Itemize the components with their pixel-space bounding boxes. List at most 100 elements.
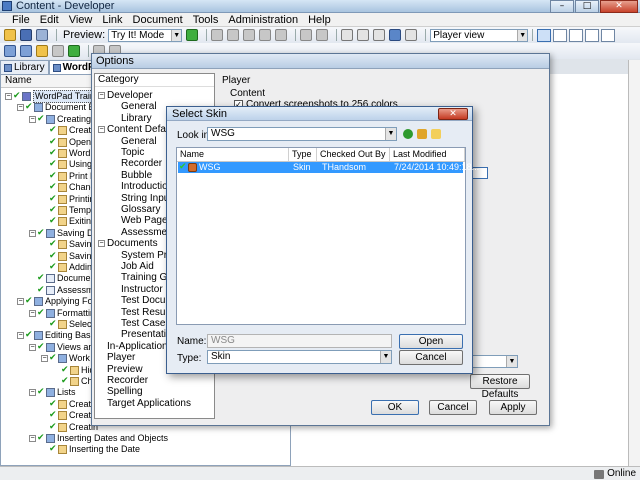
options-dropdown[interactable]: ▼ xyxy=(472,355,518,368)
category-item[interactable]: Test Case xyxy=(112,318,165,329)
layout-view-1-icon[interactable] xyxy=(537,28,552,42)
apply-button[interactable]: Apply xyxy=(489,400,537,415)
expand-collapse-icon[interactable]: − xyxy=(98,240,105,248)
new-section-icon[interactable] xyxy=(20,45,32,57)
new-topic-icon[interactable] xyxy=(36,45,48,57)
minimize-button[interactable]: – xyxy=(550,0,574,13)
expand-collapse-icon[interactable]: − xyxy=(29,229,36,237)
tree-item[interactable]: − ✔ Editing Basics xyxy=(17,330,102,341)
category-item[interactable]: Library xyxy=(112,113,152,124)
open-button[interactable]: Open xyxy=(399,334,463,349)
tree-item[interactable]: ✔ WordP xyxy=(41,148,96,159)
menu-edit[interactable]: Edit xyxy=(36,13,65,27)
link-icon[interactable] xyxy=(405,29,418,41)
restore-defaults-button[interactable]: Restore Defaults xyxy=(470,374,530,400)
tree-item[interactable]: ✔ Templa xyxy=(41,205,98,216)
tree-item[interactable]: − ✔ Formatting xyxy=(29,308,100,319)
spell-check-icon[interactable] xyxy=(389,29,402,41)
menu-link[interactable]: Link xyxy=(98,13,128,27)
zoom-in-icon[interactable] xyxy=(341,29,354,41)
category-item[interactable]: Recorder xyxy=(112,158,162,169)
column-checked-out-by[interactable]: Checked Out By xyxy=(317,148,390,161)
category-item[interactable]: Topic xyxy=(112,147,144,158)
look-in-select[interactable]: WSG ▼ xyxy=(207,127,397,141)
type-select[interactable]: Skin ▼ xyxy=(207,350,392,364)
category-item[interactable]: Recorder xyxy=(98,375,148,386)
expand-collapse-icon[interactable]: − xyxy=(29,309,36,317)
menu-file[interactable]: File xyxy=(8,13,36,27)
category-item[interactable]: General xyxy=(112,101,157,112)
category-item[interactable]: Web Page xyxy=(112,215,168,226)
category-item[interactable]: − Documents xyxy=(98,238,158,249)
ok-button[interactable]: OK xyxy=(371,400,419,415)
tree-item[interactable]: ✔ Creatin xyxy=(41,410,98,421)
menu-view[interactable]: View xyxy=(65,13,99,27)
category-item[interactable]: − Developer xyxy=(98,90,153,101)
copy-icon[interactable] xyxy=(227,29,240,41)
tab-library[interactable]: Library xyxy=(0,60,49,74)
category-item[interactable]: Spelling xyxy=(98,386,143,397)
expand-collapse-icon[interactable]: − xyxy=(17,332,24,340)
close-icon[interactable]: ✕ xyxy=(438,108,468,120)
tree-item[interactable]: ✔ Hidi xyxy=(53,365,97,376)
save-icon[interactable] xyxy=(20,29,32,41)
cut-icon[interactable] xyxy=(211,29,224,41)
tree-item[interactable]: ✔ Saving xyxy=(41,239,97,250)
tree-item[interactable]: ✔ Openin xyxy=(41,137,98,148)
open-folder-icon[interactable] xyxy=(4,29,16,41)
column-name[interactable]: Name xyxy=(177,148,289,161)
category-item[interactable]: String Input xyxy=(112,193,172,204)
paste-icon[interactable] xyxy=(243,29,256,41)
vertical-scrollbar[interactable] xyxy=(628,60,640,466)
print-icon[interactable] xyxy=(36,29,48,41)
menu-administration[interactable]: Administration xyxy=(224,13,304,27)
delete-icon[interactable] xyxy=(259,29,272,41)
cancel-button[interactable]: Cancel xyxy=(429,400,477,415)
layout-view-4-icon[interactable] xyxy=(585,28,600,42)
category-item[interactable]: General xyxy=(112,136,157,147)
column-type[interactable]: Type xyxy=(289,148,317,161)
go-icon[interactable] xyxy=(186,29,199,41)
category-item[interactable]: Preview xyxy=(98,364,143,375)
properties-icon[interactable] xyxy=(373,29,386,41)
zoom-out-icon[interactable] xyxy=(357,29,370,41)
expand-collapse-icon[interactable]: − xyxy=(17,298,24,306)
expand-collapse-icon[interactable]: − xyxy=(41,355,48,363)
category-item[interactable]: Job Aid xyxy=(112,261,154,272)
up-folder-icon[interactable] xyxy=(417,129,427,139)
close-button[interactable]: ✕ xyxy=(600,0,638,13)
expand-collapse-icon[interactable]: − xyxy=(17,104,24,112)
tree-item[interactable]: − ✔ Inserting Dates and Objects xyxy=(29,433,168,444)
category-item[interactable]: Player xyxy=(98,352,135,363)
new-module-icon[interactable] xyxy=(4,45,16,57)
expand-collapse-icon[interactable]: − xyxy=(29,435,36,442)
expand-collapse-icon[interactable]: − xyxy=(98,126,105,134)
player-view-select[interactable]: Player view ▼ xyxy=(430,28,529,42)
category-item[interactable]: Bubble xyxy=(112,170,152,181)
layout-view-2-icon[interactable] xyxy=(553,28,568,42)
find-icon[interactable] xyxy=(275,29,288,41)
tree-item[interactable]: ✔ Creatin xyxy=(41,125,98,136)
tree-item[interactable]: ✔ Changi xyxy=(41,182,98,193)
cancel-button[interactable]: Cancel xyxy=(399,350,463,365)
tree-item[interactable]: ✔ Exiting xyxy=(41,216,96,227)
tree-item[interactable]: ✔ Saving xyxy=(41,251,97,262)
expand-collapse-icon[interactable]: − xyxy=(29,343,36,351)
menu-tools[interactable]: Tools xyxy=(189,13,225,27)
category-item[interactable]: Glossary xyxy=(112,204,160,215)
table-row[interactable]: ✔ WSG Skin THandsom 7/24/2014 10:49:18..… xyxy=(178,162,479,173)
name-field[interactable]: WSG xyxy=(207,334,392,348)
tree-item[interactable]: − ✔ Lists xyxy=(29,387,76,398)
menu-document[interactable]: Document xyxy=(129,13,189,27)
layout-view-3-icon[interactable] xyxy=(569,28,584,42)
tree-item[interactable]: ✔ Creatin xyxy=(41,422,98,433)
undo-icon[interactable] xyxy=(300,29,313,41)
layout-view-5-icon[interactable] xyxy=(601,28,616,42)
play-icon[interactable] xyxy=(68,45,80,57)
category-item[interactable]: Target Applications xyxy=(98,398,191,409)
column-last-modified[interactable]: Last Modified Date xyxy=(390,148,465,172)
expand-collapse-icon[interactable]: − xyxy=(29,389,36,397)
redo-icon[interactable] xyxy=(316,29,329,41)
expand-collapse-icon[interactable]: − xyxy=(5,93,12,100)
tree-item[interactable]: ✔ Inserting the Date xyxy=(41,444,140,455)
